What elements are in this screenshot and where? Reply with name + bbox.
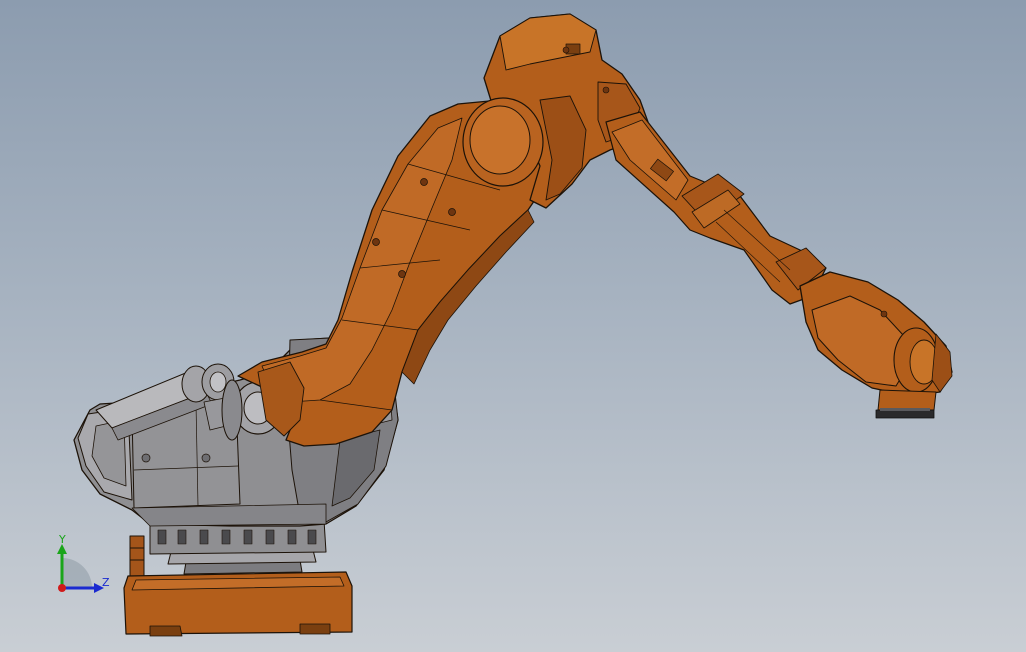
wrist[interactable] — [799, 271, 953, 397]
triad-plane-wedge — [62, 558, 92, 588]
z-axis-label: Z — [102, 576, 110, 589]
pedestal-post — [129, 535, 145, 577]
turntable[interactable] — [149, 519, 327, 575]
x-axis-dot — [58, 584, 66, 592]
tool-flange[interactable] — [875, 389, 937, 419]
cad-viewport[interactable]: Y Z — [0, 0, 1026, 652]
robot-model-canvas[interactable]: Y Z — [0, 0, 1026, 652]
coordinate-triad[interactable]: Y Z — [57, 533, 110, 593]
y-axis-label: Y — [58, 533, 66, 546]
elbow-housing[interactable] — [462, 13, 649, 209]
upper-arm[interactable] — [605, 111, 827, 305]
